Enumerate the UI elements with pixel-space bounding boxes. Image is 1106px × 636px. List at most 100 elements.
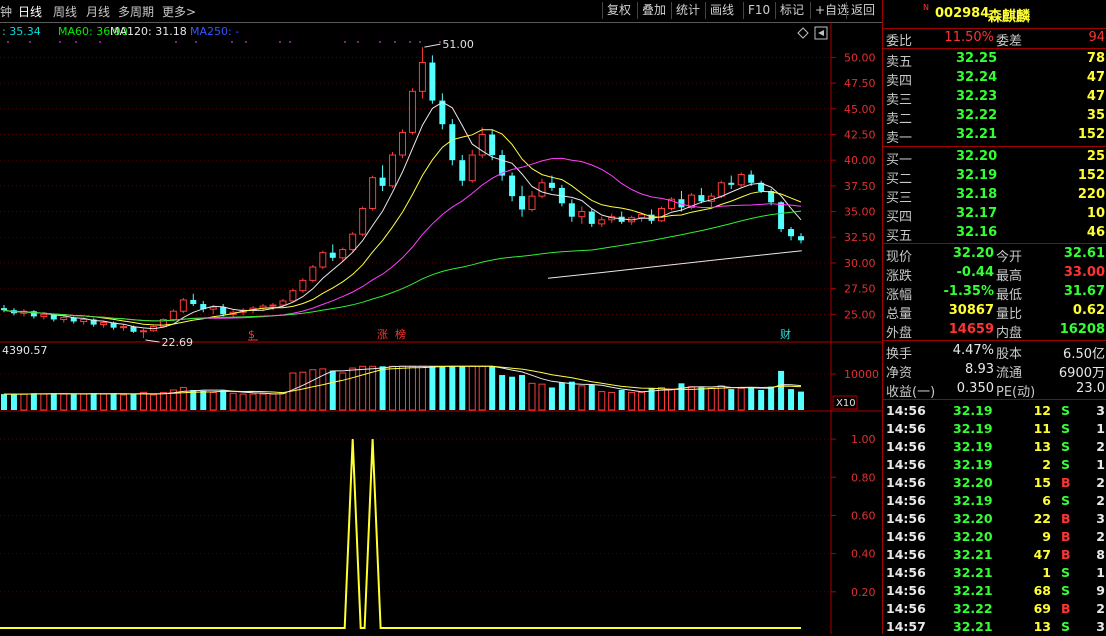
volume-bar: [220, 389, 227, 410]
fund-value: 8.93: [965, 362, 994, 377]
fund-row: 收益(一) 0.350 PE(动) 23.0: [883, 380, 1106, 400]
bid-volume: 46: [1086, 225, 1105, 240]
tick-side: S: [1061, 403, 1071, 418]
candle-body: [717, 182, 725, 197]
fund-row: 换手 4.47% 股本 6.50亿: [883, 342, 1106, 362]
fund-label: 净资: [886, 366, 913, 381]
volume-bar: [598, 391, 606, 411]
tick-time: 14:56: [886, 421, 926, 436]
tick-count: 2: [1096, 601, 1105, 616]
candle-body: [319, 252, 327, 268]
candle: [399, 129, 406, 159]
tick-side: B: [1061, 529, 1071, 544]
diamond-icon[interactable]: [797, 27, 809, 39]
candle: [459, 155, 466, 186]
tab-period-3[interactable]: 月线: [86, 3, 110, 20]
candle: [618, 211, 625, 224]
ask-row: 卖一 32.21 152: [883, 126, 1106, 146]
candle: [598, 216, 606, 227]
fund-value: 4.47%: [952, 343, 994, 358]
ma-legend-item: MA250: -: [190, 25, 239, 38]
toolbar-button-1[interactable]: 叠加: [637, 2, 670, 19]
volume-bar: [239, 393, 247, 411]
tick-time: 14:56: [886, 511, 926, 526]
candle: [578, 206, 586, 224]
volume-bar: [638, 391, 646, 411]
bid-label: 买二: [886, 172, 913, 187]
tick-volume: 1: [1042, 565, 1051, 580]
stat-value: -0.44: [956, 265, 994, 280]
tab-period-1[interactable]: 日线: [18, 3, 42, 20]
candle: [408, 88, 416, 135]
candle: [299, 278, 307, 293]
candle-body: [299, 279, 307, 292]
event-marker[interactable]: 财: [780, 327, 791, 341]
ask-price: 32.25: [956, 51, 998, 66]
tick-price: 32.21: [953, 583, 993, 598]
tick-row: 14:56 32.19 12 S 3: [883, 402, 1106, 420]
candle: [120, 324, 128, 331]
tick-row: 14:56 32.20 22 B 3: [883, 510, 1106, 528]
ask-row: 卖五 32.25 78: [883, 50, 1106, 70]
toolbar-button-3[interactable]: 画线: [705, 2, 738, 19]
event-marker[interactable]: $: [248, 328, 255, 341]
event-marker[interactable]: 榜: [395, 327, 406, 341]
candle: [1, 305, 7, 313]
signal-dot: [409, 41, 411, 43]
ma-legend-item: MA120: 31.18: [110, 25, 187, 38]
sep-line: [883, 399, 1106, 400]
volume-bar: [90, 393, 97, 410]
ask-price: 32.22: [956, 108, 998, 123]
tick-volume: 6: [1042, 493, 1051, 508]
candle: [359, 206, 367, 237]
tick-price: 32.20: [953, 529, 993, 544]
volume-bar: [707, 387, 715, 411]
webi-row: 委比 11.50% 委差 94: [883, 29, 1106, 49]
tab-period-0[interactable]: 钟: [0, 3, 12, 20]
toolbar-button-0[interactable]: 复权: [602, 2, 635, 19]
tick-volume: 13: [1033, 439, 1051, 454]
toolbar-button-5[interactable]: 标记: [775, 2, 808, 19]
volume-bar: [667, 388, 675, 411]
tab-period-5[interactable]: 更多>: [162, 3, 196, 20]
tick-time: 14:56: [886, 457, 926, 472]
sep-line: [883, 243, 1106, 244]
volume-bar: [50, 393, 57, 410]
candle-body: [80, 318, 88, 323]
volume-bar: [717, 385, 725, 411]
toolbar-button-7[interactable]: 返回: [846, 2, 879, 19]
candle-body: [798, 236, 804, 241]
tab-period-2[interactable]: 周线: [53, 3, 77, 20]
bid-label: 买五: [886, 229, 913, 244]
chart-area[interactable]: 钟日线 周线 月线 多周期 更多> 复权 叠加 统计 画线 F10 标记 +自选 返回 : 35.34 M…: [0, 0, 882, 634]
tab-period-4[interactable]: 多周期: [118, 3, 154, 20]
signal-dot: [379, 41, 381, 43]
candle-body: [658, 207, 666, 222]
tick-row: 14:56 32.19 6 S 2: [883, 492, 1106, 510]
volume-bar: [80, 393, 88, 411]
signal-dot: [7, 41, 9, 43]
signal-dot: [75, 41, 77, 43]
tick-row: 14:56 32.19 11 S 1: [883, 420, 1106, 438]
candle: [499, 149, 506, 181]
tick-count: 3: [1096, 511, 1105, 526]
tick-volume: 11: [1033, 421, 1051, 436]
tick-count: 2: [1096, 529, 1105, 544]
volume-bar: [538, 383, 546, 411]
candle-body: [120, 326, 128, 329]
toolbar-button-2[interactable]: 统计: [671, 2, 704, 19]
candle: [418, 47, 426, 99]
high-pointer: [424, 43, 441, 48]
tick-side: S: [1061, 565, 1071, 580]
candle: [349, 232, 357, 252]
volume-bar: [509, 376, 516, 410]
volume-bar: [10, 394, 17, 410]
kline-chart[interactable]: : 35.34 MA60: 36.90MA120: 31.18 MA250: - 50…: [0, 22, 882, 634]
quote-header: N 002984 森麒麟: [883, 0, 1106, 29]
candle: [737, 172, 745, 187]
candle-body: [429, 62, 436, 101]
event-marker[interactable]: 涨: [377, 328, 388, 341]
toolbar-button-4[interactable]: F10: [743, 2, 774, 19]
tick-count: 3: [1096, 619, 1105, 634]
stat-row: 总量 30867 量比 0.62: [883, 302, 1106, 322]
